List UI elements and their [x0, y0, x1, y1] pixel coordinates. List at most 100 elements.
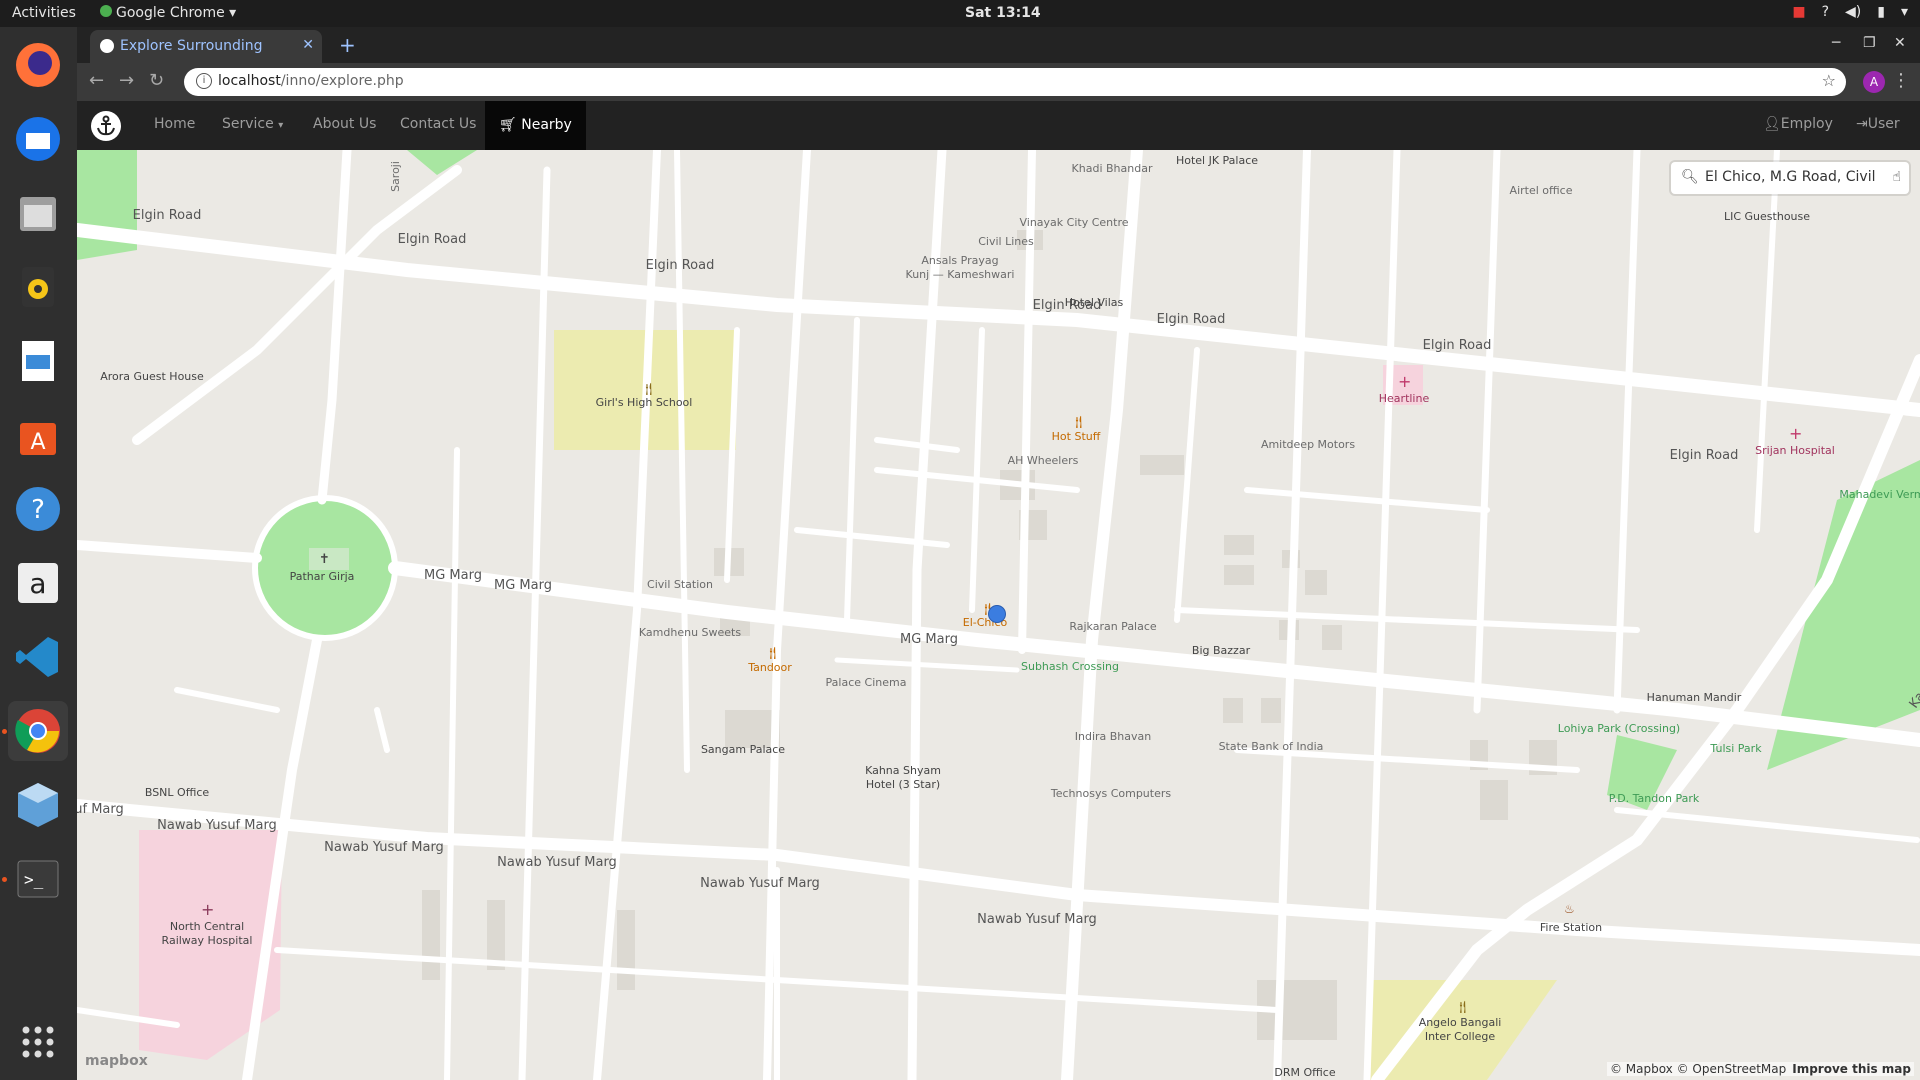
- files-launcher[interactable]: [8, 183, 68, 243]
- hand-cursor-icon: ☝: [1892, 169, 1901, 185]
- map-canvas[interactable]: Elgin Road Elgin Road Elgin Road Elgin R…: [77, 150, 1920, 1080]
- terminal-launcher[interactable]: >_: [8, 849, 68, 909]
- browser-tab[interactable]: Explore Surrounding ✕: [90, 30, 322, 63]
- poi-label: Lohiya Park (Crossing): [1557, 722, 1681, 735]
- minimize-icon[interactable]: ─: [1832, 35, 1840, 51]
- road-label: Elgin Road: [132, 208, 202, 223]
- restore-icon[interactable]: ❐: [1863, 35, 1876, 51]
- restaurant-icon: 🍴︎: [1071, 415, 1087, 429]
- mapbox-logo[interactable]: mapbox: [85, 1053, 148, 1069]
- software-launcher[interactable]: A: [8, 405, 68, 465]
- new-tab-button[interactable]: +: [339, 33, 356, 57]
- tab-title: Explore Surrounding: [120, 38, 263, 54]
- location-marker[interactable]: [988, 605, 1006, 623]
- rhythmbox-launcher[interactable]: [8, 257, 68, 317]
- url-text: localhost/inno/explore.php: [218, 73, 404, 89]
- close-window-icon[interactable]: ✕: [1894, 35, 1906, 51]
- poi-label: BSNL Office: [144, 786, 210, 799]
- map-search-input[interactable]: [1703, 168, 1877, 186]
- poi-label: Hot Stuff: [1051, 430, 1101, 443]
- tab-strip: Explore Surrounding ✕ + ─ ❐ ✕: [77, 27, 1920, 63]
- poi-label: Kunj — Kameshwari: [905, 268, 1015, 281]
- poi-label: Heartline: [1378, 392, 1430, 405]
- nav-nearby-label: Nearby: [521, 117, 572, 133]
- road-label: uf Marg: [77, 802, 124, 817]
- forward-button[interactable]: →: [119, 70, 134, 91]
- anchor-logo-icon[interactable]: [91, 111, 121, 141]
- poi-label: Civil Station: [647, 578, 713, 591]
- bookmark-star-icon[interactable]: ☆: [1822, 71, 1836, 90]
- virtualbox-launcher[interactable]: [8, 775, 68, 835]
- document-icon: [22, 341, 54, 381]
- chrome-icon: [15, 709, 60, 753]
- show-apps-button[interactable]: [8, 1012, 68, 1072]
- road-label: Elgin Road: [397, 232, 467, 247]
- amazon-launcher[interactable]: a: [8, 553, 68, 613]
- back-button[interactable]: ←: [89, 70, 104, 91]
- profile-avatar[interactable]: A: [1863, 71, 1885, 93]
- road-label: MG Marg: [424, 568, 482, 583]
- nav-service[interactable]: Service ▾: [222, 116, 283, 132]
- nav-employ[interactable]: 👤︎Employ: [1763, 116, 1833, 132]
- hospital-cross-icon: +: [201, 900, 215, 919]
- poi-label: Mahadevi Verm: [1839, 488, 1920, 501]
- writer-launcher[interactable]: [8, 331, 68, 391]
- svg-text:?: ?: [31, 495, 45, 525]
- firefox-launcher[interactable]: [8, 35, 68, 95]
- poi-label: Angelo Bangali: [1418, 1016, 1502, 1029]
- road-label: Nawab Yusuf Marg: [324, 840, 444, 855]
- files-icon: [20, 197, 56, 231]
- road-label: Nawab Yusuf Marg: [977, 912, 1097, 927]
- poi-label: Subhash Crossing: [1020, 660, 1120, 673]
- nav-user[interactable]: ⇥User: [1856, 116, 1900, 132]
- poi-label: Big Bazzar: [1191, 644, 1251, 657]
- site-navbar: Home Service ▾ About Us Contact Us 🛒︎ Ne…: [77, 101, 1920, 150]
- person-icon: 👤︎: [1763, 116, 1781, 132]
- chrome-menu-icon[interactable]: ⋮: [1892, 70, 1910, 91]
- school-icon: 🍴︎: [641, 382, 657, 396]
- nav-home[interactable]: Home: [154, 116, 195, 132]
- attribution-text[interactable]: © Mapbox © OpenStreetMap: [1610, 1062, 1786, 1076]
- help-launcher[interactable]: ?: [8, 479, 68, 539]
- nav-about[interactable]: About Us: [313, 116, 376, 132]
- poi-label: Hotel JK Palace: [1175, 154, 1259, 167]
- poi-label: Amitdeep Motors: [1260, 438, 1356, 451]
- road-label: Nawab Yusuf Marg: [700, 876, 820, 891]
- activities-button[interactable]: Activities: [12, 5, 76, 21]
- running-indicator: [2, 729, 7, 734]
- apps-grid-icon: [22, 1026, 54, 1058]
- clock[interactable]: Sat 13:14: [965, 5, 1041, 21]
- thunderbird-launcher[interactable]: [8, 109, 68, 169]
- info-icon[interactable]: i: [196, 73, 212, 89]
- reload-button[interactable]: ↻: [149, 70, 164, 91]
- road-label: Elgin Road: [1669, 448, 1739, 463]
- poi-label: Palace Cinema: [825, 676, 907, 689]
- improve-map-link[interactable]: Improve this map: [1792, 1062, 1911, 1076]
- address-bar[interactable]: i localhost/inno/explore.php ☆: [184, 68, 1846, 96]
- browser-toolbar: ← → ↻ i localhost/inno/explore.php ☆ A ⋮: [77, 63, 1920, 101]
- church-icon: ✝: [319, 552, 330, 567]
- dock: A ? a >_: [0, 27, 77, 1080]
- url-host: localhost: [218, 73, 281, 89]
- poi-label: LIC Guesthouse: [1723, 210, 1811, 223]
- close-tab-icon[interactable]: ✕: [302, 37, 314, 53]
- road-label: Saroji: [388, 161, 402, 192]
- poi-label: Pathar Girja: [289, 570, 355, 583]
- app-name: Google Chrome: [116, 5, 225, 21]
- poi-label: Kahna Shyam: [865, 764, 941, 777]
- app-menu[interactable]: Google Chrome ▾: [100, 5, 236, 21]
- terminal-icon: >_: [17, 860, 59, 898]
- caret-down-icon: ▾: [278, 120, 284, 131]
- nav-contact[interactable]: Contact Us: [400, 116, 476, 132]
- poi-label: Railway Hospital: [161, 934, 253, 947]
- hospital-cross-icon: +: [1398, 372, 1412, 391]
- chrome-icon: [100, 5, 112, 17]
- poi-label: Vinayak City Centre: [1019, 216, 1129, 229]
- chrome-launcher[interactable]: [8, 701, 68, 761]
- map-search-box[interactable]: 🔍︎ ☝: [1671, 162, 1909, 194]
- nav-nearby[interactable]: 🛒︎ Nearby: [485, 101, 586, 150]
- system-top-bar: Activities Google Chrome ▾ Sat 13:14 ■ ?…: [0, 0, 1920, 27]
- system-tray[interactable]: ■ ? ◀) ▮ ▾: [1792, 4, 1908, 20]
- vscode-launcher[interactable]: [8, 627, 68, 687]
- svg-text:>_: >_: [24, 870, 44, 889]
